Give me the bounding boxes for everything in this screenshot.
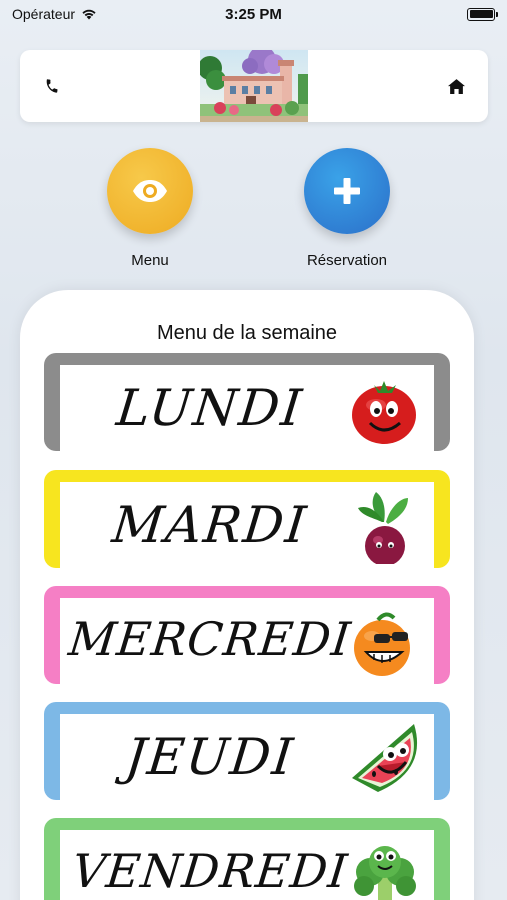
- day-card-vendredi[interactable]: VENDREDI: [44, 818, 450, 900]
- battery-level: [469, 10, 493, 18]
- battery-icon: [467, 7, 498, 21]
- day-name: MARDI: [109, 496, 311, 554]
- day-inner: VENDREDI: [60, 830, 434, 900]
- eye-icon: [133, 180, 167, 202]
- plus-icon: [334, 178, 360, 204]
- orange-icon: [354, 612, 410, 676]
- broccoli-icon: [354, 846, 416, 900]
- day-inner: LUNDI: [60, 365, 434, 451]
- day-inner: JEUDI: [60, 714, 434, 800]
- carrier-label: Opérateur: [12, 6, 76, 22]
- home-button[interactable]: [444, 74, 468, 98]
- beet-icon: [358, 492, 408, 564]
- reservation-action[interactable]: Réservation: [287, 148, 407, 269]
- header-bar: [20, 50, 488, 122]
- home-icon: [447, 78, 465, 94]
- day-card-jeudi[interactable]: JEUDI: [44, 702, 450, 800]
- building-photo: [200, 50, 308, 122]
- menu-button[interactable]: [107, 148, 193, 234]
- menu-action[interactable]: Menu: [90, 148, 210, 269]
- day-card-mercredi[interactable]: MERCREDI: [44, 586, 450, 684]
- menu-label[interactable]: Menu: [131, 252, 169, 269]
- reservation-label[interactable]: Réservation: [307, 252, 387, 269]
- phone-icon: [46, 79, 58, 93]
- wifi-icon: [82, 9, 96, 20]
- watermelon-icon: [352, 724, 418, 792]
- day-name: JEUDI: [122, 728, 298, 786]
- week-menu-panel: Menu de la semaine LUNDI MARDI MERCREDI …: [20, 290, 474, 900]
- status-bar: Opérateur 3:25 PM: [0, 0, 507, 28]
- phone-button[interactable]: [40, 74, 64, 98]
- day-name: LUNDI: [113, 379, 307, 437]
- day-card-mardi[interactable]: MARDI: [44, 470, 450, 568]
- tomato-icon: [352, 381, 416, 444]
- status-left: Opérateur: [12, 6, 97, 22]
- day-name: MERCREDI: [66, 612, 354, 666]
- week-title: Menu de la semaine: [156, 322, 338, 344]
- day-inner: MARDI: [60, 482, 434, 568]
- day-inner: MERCREDI: [60, 598, 434, 684]
- day-name: VENDREDI: [69, 844, 351, 898]
- day-card-lundi[interactable]: LUNDI: [44, 353, 450, 451]
- reservation-button[interactable]: [304, 148, 390, 234]
